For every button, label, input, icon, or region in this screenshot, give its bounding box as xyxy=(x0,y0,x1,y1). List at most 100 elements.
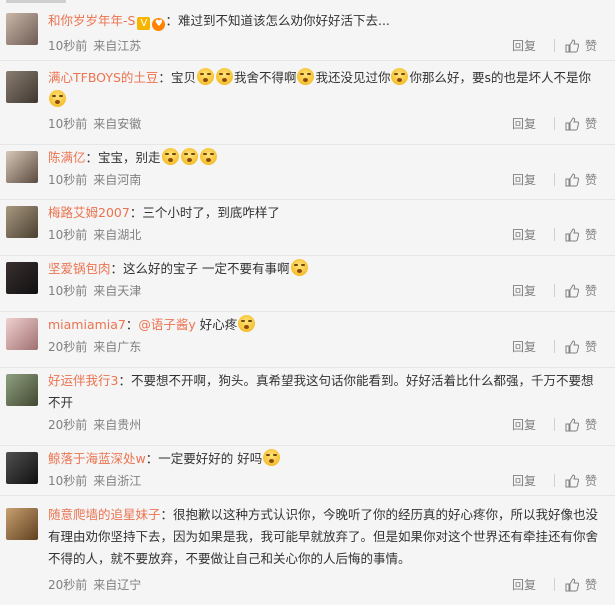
comment-text: 三个小时了，到底咋样了 xyxy=(142,205,280,220)
timestamp: 20秒前 xyxy=(48,578,88,592)
location: 来自辽宁 xyxy=(93,578,142,592)
reply-button[interactable]: 回复 xyxy=(512,416,536,433)
avatar[interactable] xyxy=(6,262,38,294)
comment-item: 满心TFBOYS的土豆：宝贝 我舍不得啊 我还没见过你 你那么好，要s的也是坏人不是你… xyxy=(0,61,615,145)
crying-emoji-icon xyxy=(238,315,256,332)
thumbs-up-icon[interactable] xyxy=(565,577,579,592)
crying-emoji-icon xyxy=(263,449,281,466)
reply-button[interactable]: 回复 xyxy=(512,37,536,54)
crying-emoji-icon xyxy=(196,68,214,85)
like-button[interactable]: 赞 xyxy=(585,338,597,355)
divider xyxy=(553,578,555,591)
timestamp: 10秒前 xyxy=(48,39,88,53)
timestamp: 20秒前 xyxy=(48,418,88,432)
username-link[interactable]: miamiamia7 xyxy=(48,317,126,332)
avatar[interactable] xyxy=(6,374,38,406)
timestamp: 20秒前 xyxy=(48,340,88,354)
timestamp: 10秒前 xyxy=(48,474,88,488)
thumbs-up-icon[interactable] xyxy=(565,227,579,242)
location: 来自浙江 xyxy=(93,474,142,488)
like-button[interactable]: 赞 xyxy=(585,282,597,299)
username-link[interactable]: 陈满亿 xyxy=(48,150,86,165)
location: 来自河南 xyxy=(93,173,142,187)
timestamp: 10秒前 xyxy=(48,173,88,187)
crying-emoji-icon xyxy=(199,148,217,165)
like-button[interactable]: 赞 xyxy=(585,115,597,132)
comment-text: 难过到不知道该怎么劝你好好活下去... xyxy=(177,13,390,28)
like-button[interactable]: 赞 xyxy=(585,37,597,54)
crying-emoji-icon xyxy=(290,259,308,276)
username-link[interactable]: 梅路艾姆2007 xyxy=(48,205,130,220)
timestamp: 10秒前 xyxy=(48,228,88,242)
like-button[interactable]: 赞 xyxy=(585,171,597,188)
thumbs-up-icon[interactable] xyxy=(565,116,579,131)
thumbs-up-icon[interactable] xyxy=(565,417,579,432)
crying-emoji-icon xyxy=(391,68,409,85)
thumbs-up-icon[interactable] xyxy=(565,38,579,53)
like-button[interactable]: 赞 xyxy=(585,472,597,489)
comment-item: 随意爬墙的追星妹子：很抱歉以这种方式认识你，今晚听了你的经历真的好心疼你，所以我… xyxy=(0,496,615,605)
crying-emoji-icon xyxy=(161,148,179,165)
thumbs-up-icon[interactable] xyxy=(565,473,579,488)
comment-text: 这么好的宝子 一定不要有事啊 xyxy=(123,261,290,276)
username-link[interactable]: 和你岁岁年年-S xyxy=(48,13,135,28)
comment-text: 宝宝，别走 xyxy=(98,150,161,165)
reply-button[interactable]: 回复 xyxy=(512,282,536,299)
avatar[interactable] xyxy=(6,206,38,238)
username-link[interactable]: 好运伴我行3 xyxy=(48,373,118,388)
location: 来自天津 xyxy=(93,284,142,298)
avatar[interactable] xyxy=(6,151,38,183)
reply-button[interactable]: 回复 xyxy=(512,171,536,188)
location: 来自江苏 xyxy=(93,39,142,53)
comment-text: 好心疼 xyxy=(199,317,238,332)
reply-button[interactable]: 回复 xyxy=(512,576,536,593)
comment-item: 坚爱锅包肉：这么好的宝子 一定不要有事啊 10秒前 来自天津 回复 赞 xyxy=(0,256,615,312)
divider xyxy=(553,173,555,186)
avatar[interactable] xyxy=(6,452,38,484)
comment-item: 好运伴我行3：不要想不开啊，狗头。真希望我这句话你能看到。好好活着比什么都强，千… xyxy=(0,368,615,446)
avatar[interactable] xyxy=(6,318,38,350)
avatar[interactable] xyxy=(6,508,38,540)
reply-button[interactable]: 回复 xyxy=(512,115,536,132)
location: 来自广东 xyxy=(93,340,142,354)
like-button[interactable]: 赞 xyxy=(585,576,597,593)
comment-item: 梅路艾姆2007：三个小时了，到底咋样了 10秒前 来自湖北 回复 赞 xyxy=(0,200,615,256)
comment-item: 陈满亿：宝宝，别走 10秒前 来自河南 回复 赞 xyxy=(0,145,615,200)
comment-text: 一定要好好的 好吗 xyxy=(158,451,263,466)
location: 来自湖北 xyxy=(93,228,142,242)
v-badge-icon: V xyxy=(137,17,151,30)
username-link[interactable]: 鲸落于海蓝深处w xyxy=(48,451,146,466)
comment-item: miamiamia7：@语子酱y 好心疼 20秒前 来自广东 回复 赞 xyxy=(0,312,615,368)
thumbs-up-icon[interactable] xyxy=(565,283,579,298)
comment-list: 和你岁岁年年-S V ♥ ：难过到不知道该怎么劝你好好活下去... 10秒前 来自江苏 … xyxy=(0,0,615,605)
divider xyxy=(553,418,555,431)
username-link[interactable]: 坚爱锅包肉 xyxy=(48,261,111,276)
like-button[interactable]: 赞 xyxy=(585,226,597,243)
divider xyxy=(553,39,555,52)
thumbs-up-icon[interactable] xyxy=(565,172,579,187)
location: 来自安徽 xyxy=(93,117,142,131)
timestamp: 10秒前 xyxy=(48,284,88,298)
comment-item: 鲸落于海蓝深处w：一定要好好的 好吗 10秒前 来自浙江 回复 赞 xyxy=(0,446,615,496)
username-link[interactable]: 满心TFBOYS的土豆 xyxy=(48,70,158,85)
like-button[interactable]: 赞 xyxy=(585,416,597,433)
mention-link[interactable]: @语子酱y xyxy=(138,317,195,332)
comment-item: 和你岁岁年年-S V ♥ ：难过到不知道该怎么劝你好好活下去... 10秒前 来自江苏 … xyxy=(0,5,615,61)
crying-emoji-icon xyxy=(297,68,315,85)
reply-button[interactable]: 回复 xyxy=(512,226,536,243)
timestamp: 10秒前 xyxy=(48,117,88,131)
crying-emoji-icon xyxy=(180,148,198,165)
crying-emoji-icon xyxy=(49,90,66,107)
crying-emoji-icon xyxy=(215,68,233,85)
divider xyxy=(553,284,555,297)
divider xyxy=(553,340,555,353)
divider xyxy=(553,228,555,241)
thumbs-up-icon[interactable] xyxy=(565,339,579,354)
username-link[interactable]: 随意爬墙的追星妹子 xyxy=(48,507,161,522)
avatar[interactable] xyxy=(6,13,38,45)
reply-button[interactable]: 回复 xyxy=(512,472,536,489)
reply-button[interactable]: 回复 xyxy=(512,338,536,355)
divider xyxy=(553,117,555,130)
avatar[interactable] xyxy=(6,71,38,103)
location: 来自贵州 xyxy=(93,418,142,432)
